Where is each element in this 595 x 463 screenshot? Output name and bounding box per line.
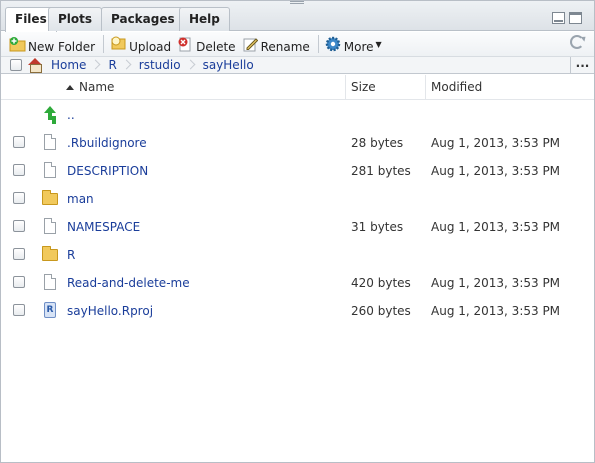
tab-help[interactable]: Help bbox=[179, 7, 230, 31]
breadcrumb-rstudio[interactable]: rstudio bbox=[139, 58, 181, 72]
select-all-checkbox[interactable] bbox=[10, 59, 22, 71]
new-folder-icon bbox=[9, 36, 26, 52]
more-button[interactable]: More ▼ bbox=[325, 34, 382, 54]
file-modified: Aug 1, 2013, 3:53 PM bbox=[431, 276, 561, 290]
files-toolbar: New Folder Upload Delete Rename More ▼ bbox=[1, 32, 594, 56]
column-divider bbox=[425, 75, 426, 100]
breadcrumb-separator-icon bbox=[92, 58, 100, 72]
row-checkbox[interactable] bbox=[13, 248, 25, 260]
file-modified: Aug 1, 2013, 3:53 PM bbox=[431, 136, 561, 150]
home-icon[interactable] bbox=[27, 58, 43, 73]
document-icon bbox=[42, 274, 58, 291]
resize-grip-icon[interactable] bbox=[290, 1, 304, 5]
table-row: .Rbuildignore 28 bytes Aug 1, 2013, 3:53… bbox=[1, 129, 594, 157]
document-icon bbox=[42, 162, 58, 179]
rproject-icon: R bbox=[42, 302, 58, 319]
new-folder-button[interactable]: New Folder bbox=[9, 34, 95, 54]
file-modified: Aug 1, 2013, 3:53 PM bbox=[431, 164, 561, 178]
table-row: NAMESPACE 31 bytes Aug 1, 2013, 3:53 PM bbox=[1, 213, 594, 241]
file-name-link[interactable]: .Rbuildignore bbox=[67, 129, 147, 157]
upload-button[interactable]: Upload bbox=[110, 34, 171, 54]
rename-label: Rename bbox=[260, 40, 310, 54]
new-folder-label: New Folder bbox=[28, 40, 96, 54]
upload-icon bbox=[110, 36, 126, 52]
column-divider bbox=[345, 75, 346, 100]
table-row: R sayHello.Rproj 260 bytes Aug 1, 2013, … bbox=[1, 297, 594, 325]
file-modified: Aug 1, 2013, 3:53 PM bbox=[431, 304, 561, 318]
file-size: 260 bytes bbox=[351, 304, 411, 318]
rename-button[interactable]: Rename bbox=[242, 34, 310, 54]
delete-label: Delete bbox=[196, 40, 236, 54]
row-checkbox[interactable] bbox=[13, 192, 25, 204]
file-name-link[interactable]: NAMESPACE bbox=[67, 213, 140, 241]
breadcrumb-separator-icon bbox=[123, 58, 131, 72]
row-checkbox[interactable] bbox=[13, 164, 25, 176]
file-name-link[interactable]: sayHello.Rproj bbox=[67, 297, 153, 325]
file-size: 420 bytes bbox=[351, 276, 411, 290]
parent-directory-link[interactable]: .. bbox=[67, 101, 75, 129]
folder-icon bbox=[42, 246, 58, 263]
row-checkbox[interactable] bbox=[13, 276, 25, 288]
breadcrumb: Home R rstudio sayHello ... bbox=[1, 56, 594, 74]
tab-bar: Files Plots Packages Help bbox=[1, 1, 594, 32]
document-icon bbox=[42, 218, 58, 235]
go-up-icon[interactable] bbox=[42, 106, 58, 123]
table-row: DESCRIPTION 281 bytes Aug 1, 2013, 3:53 … bbox=[1, 157, 594, 185]
file-size: 281 bytes bbox=[351, 164, 411, 178]
refresh-icon[interactable] bbox=[570, 35, 584, 49]
minimize-icon[interactable] bbox=[552, 12, 565, 24]
breadcrumb-separator-icon bbox=[187, 58, 195, 72]
file-name-link[interactable]: DESCRIPTION bbox=[67, 157, 148, 185]
gear-icon bbox=[325, 36, 341, 52]
delete-icon bbox=[177, 36, 193, 52]
toolbar-divider bbox=[317, 35, 319, 53]
column-header: Name Size Modified bbox=[1, 75, 594, 100]
table-row: R bbox=[1, 241, 594, 269]
file-modified: Aug 1, 2013, 3:53 PM bbox=[431, 220, 561, 234]
files-pane: Files Plots Packages Help New Folder Upl… bbox=[0, 0, 595, 463]
row-checkbox[interactable] bbox=[13, 304, 25, 316]
breadcrumb-sayhello[interactable]: sayHello bbox=[203, 58, 254, 72]
row-checkbox[interactable] bbox=[13, 136, 25, 148]
folder-name-link[interactable]: R bbox=[67, 241, 75, 269]
table-row: man bbox=[1, 185, 594, 213]
breadcrumb-home[interactable]: Home bbox=[51, 58, 86, 72]
column-name[interactable]: Name bbox=[79, 75, 114, 100]
file-name-link[interactable]: Read-and-delete-me bbox=[67, 269, 190, 297]
breadcrumb-r[interactable]: R bbox=[108, 58, 116, 72]
more-options-icon[interactable]: ... bbox=[570, 57, 594, 74]
file-size: 31 bytes bbox=[351, 220, 404, 234]
toolbar-divider bbox=[103, 35, 105, 53]
column-size[interactable]: Size bbox=[351, 75, 376, 100]
tab-packages[interactable]: Packages bbox=[101, 7, 185, 31]
parent-directory-row[interactable]: .. bbox=[1, 101, 594, 129]
sort-ascending-icon[interactable] bbox=[66, 85, 74, 90]
document-icon bbox=[42, 134, 58, 151]
file-size: 28 bytes bbox=[351, 136, 404, 150]
folder-icon bbox=[42, 190, 58, 207]
table-row: Read-and-delete-me 420 bytes Aug 1, 2013… bbox=[1, 269, 594, 297]
rename-icon bbox=[242, 36, 258, 52]
row-checkbox[interactable] bbox=[13, 220, 25, 232]
upload-label: Upload bbox=[129, 40, 172, 54]
delete-button[interactable]: Delete bbox=[177, 34, 236, 54]
more-label: More bbox=[343, 40, 374, 54]
folder-name-link[interactable]: man bbox=[67, 185, 94, 213]
maximize-icon[interactable] bbox=[569, 12, 582, 24]
column-modified[interactable]: Modified bbox=[431, 75, 482, 100]
dropdown-arrow-icon: ▼ bbox=[375, 39, 382, 49]
tab-plots[interactable]: Plots bbox=[48, 7, 103, 31]
